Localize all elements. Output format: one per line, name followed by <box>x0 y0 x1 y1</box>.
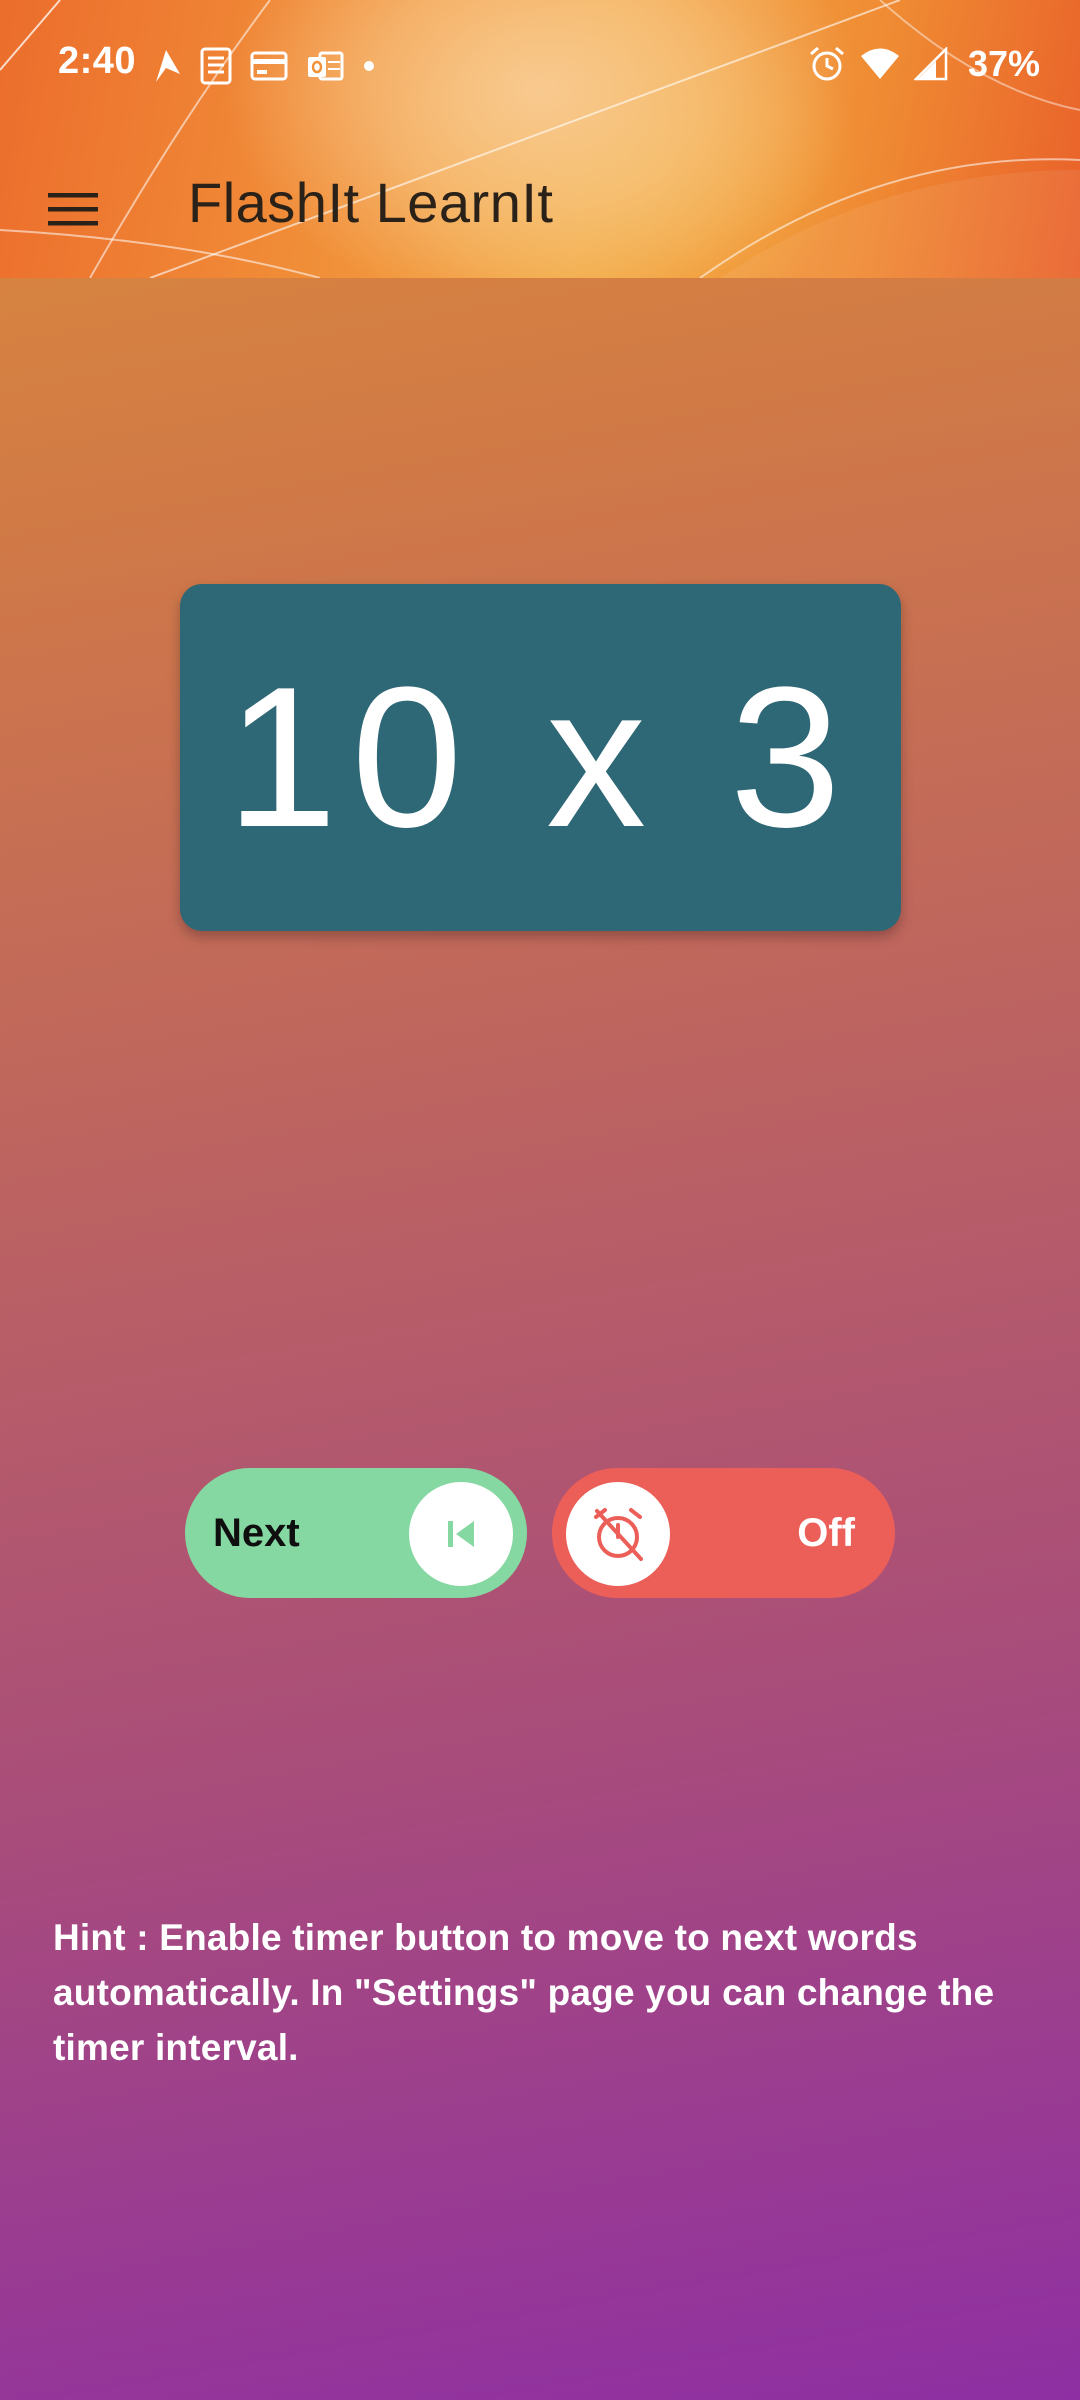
notification-icons <box>152 44 376 88</box>
status-bar: 2:40 37% <box>0 0 1080 130</box>
flashcard[interactable]: 10 x 3 <box>180 584 901 931</box>
next-label: Next <box>213 1511 300 1555</box>
app-title: FlashIt LearnIt <box>188 171 554 234</box>
next-knob <box>409 1482 513 1586</box>
document-icon <box>200 47 232 85</box>
navigation-icon <box>152 48 182 84</box>
hamburger-menu-icon <box>48 193 98 226</box>
timer-off-icon <box>594 1508 643 1561</box>
timer-toggle[interactable]: Off <box>552 1468 895 1598</box>
app-header: 2:40 37% FlashIt LearnIt <box>0 0 1080 278</box>
next-button[interactable]: Next <box>185 1468 527 1598</box>
dot-icon <box>362 59 376 73</box>
system-icons: 37% <box>808 40 1040 88</box>
skip-previous-icon <box>448 1521 474 1547</box>
battery-percentage: 37% <box>967 43 1040 84</box>
timer-knob <box>566 1482 670 1586</box>
hint-text: Hint : Enable timer button to move to ne… <box>53 1917 995 2068</box>
wifi-icon <box>860 47 900 81</box>
signal-icon <box>913 47 948 81</box>
outlook-icon <box>306 49 344 83</box>
status-time: 2:40 <box>58 40 137 82</box>
alarm-icon <box>808 45 846 83</box>
flashcard-text: 10 x 3 <box>226 645 855 869</box>
app-bar: FlashIt LearnIt <box>0 140 1080 270</box>
timer-label: Off <box>797 1511 855 1555</box>
menu-button[interactable] <box>32 168 114 250</box>
card-icon <box>250 51 288 81</box>
